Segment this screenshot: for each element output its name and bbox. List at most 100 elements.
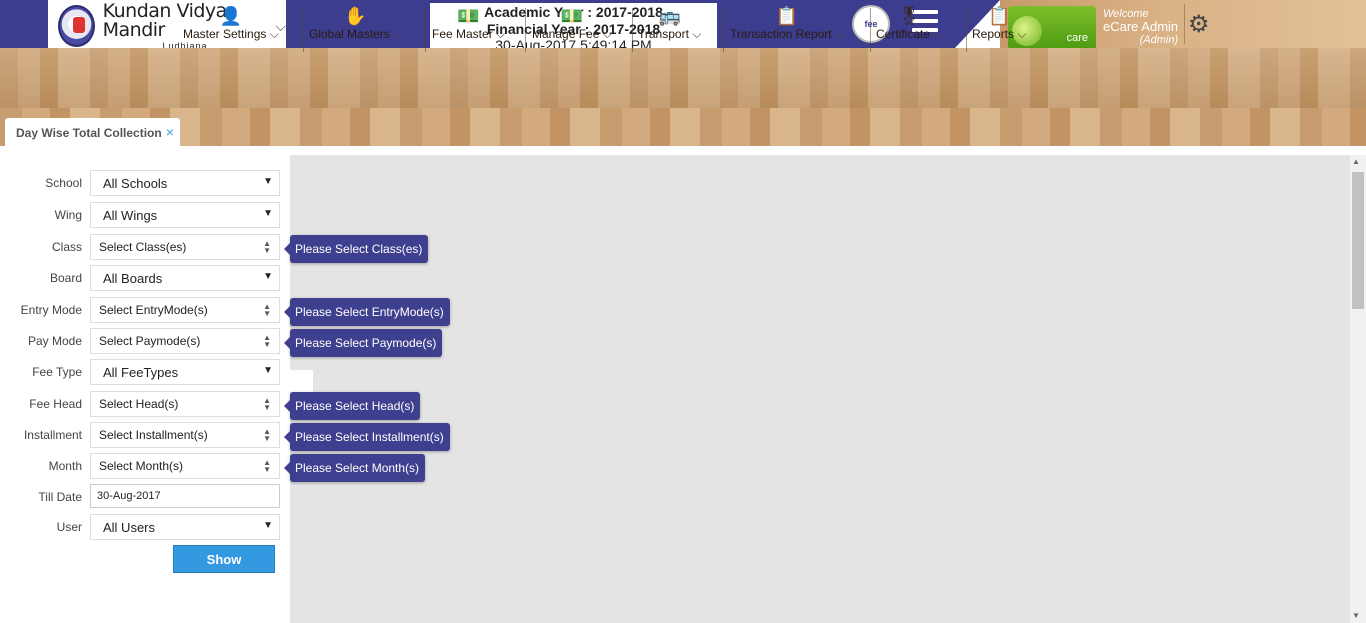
wing-row: Wing All Wings ▼: [0, 202, 290, 228]
nav-item-transport[interactable]: 🚌 Transport: [638, 0, 701, 52]
nav-label: Manage Fee: [532, 27, 612, 42]
report-icon: 📋: [775, 6, 799, 26]
report-icon: 📋: [988, 6, 1011, 26]
board-select[interactable]: All Boards ▼: [90, 265, 280, 291]
pay-mode-tooltip: Please Select Paymode(s): [283, 329, 443, 357]
month-label: Month: [48, 459, 82, 473]
caret-down-icon: ▼: [263, 520, 273, 531]
panel-notch: [290, 370, 313, 392]
month-multiselect[interactable]: Select Month(s) ▲ ▼: [90, 453, 280, 479]
user-name: eCare Admin: [1103, 19, 1179, 35]
caret-down-icon: ▼: [263, 176, 273, 187]
scroll-up-icon[interactable]: ▲: [1352, 157, 1360, 166]
nav-separator: [632, 8, 633, 52]
user-label: User: [56, 520, 82, 534]
nav-item-transaction-report[interactable]: 📋 Transaction Report: [730, 0, 844, 52]
tab-bar: [0, 108, 1366, 146]
fee-head-row: Fee Head Select Head(s) ▲ ▼: [0, 391, 290, 417]
board-row: Board All Boards ▼: [0, 265, 290, 291]
entry-mode-row: Entry Mode Select EntryMode(s) ▲ ▼: [0, 297, 290, 323]
installment-multiselect[interactable]: Select Installment(s) ▲ ▼: [90, 422, 280, 448]
month-row: Month Select Month(s) ▲ ▼: [0, 453, 290, 479]
nav-separator: [425, 8, 426, 52]
sort-arrows-icon: ▲ ▼: [263, 458, 271, 474]
caret-down-icon: ▼: [263, 271, 273, 282]
pay-mode-row: Pay Mode Select Paymode(s) ▲ ▼: [0, 328, 290, 354]
nav-item-certificate[interactable]: 🎖 Certificate: [876, 0, 942, 52]
scroll-down-icon[interactable]: ▼: [1352, 611, 1360, 620]
nav-separator: [723, 8, 724, 52]
show-button[interactable]: Show: [173, 545, 275, 573]
class-multiselect[interactable]: Select Class(es) ▲ ▼: [90, 234, 280, 260]
nav-separator: [966, 8, 967, 52]
nav-separator: [303, 8, 304, 52]
caret-down-icon: ▼: [263, 208, 273, 219]
school-label: School: [45, 176, 82, 190]
user-select[interactable]: All Users ▼: [90, 514, 280, 540]
fee-type-row: Fee Type All FeeTypes ▼: [0, 359, 290, 385]
installment-tooltip: Please Select Installment(s): [284, 423, 450, 451]
nav-label: Fee Master: [432, 27, 505, 42]
user-role: (Admin): [1139, 34, 1179, 47]
sort-arrows-icon: ▲ ▼: [263, 427, 271, 443]
gear-icon[interactable]: ⚙: [1188, 10, 1210, 39]
nav-item-reports[interactable]: 📋 Reports: [972, 0, 1026, 52]
wing-select[interactable]: All Wings ▼: [90, 202, 280, 228]
nav-item-master-settings[interactable]: 👤 Master Settings: [183, 0, 279, 52]
fee-type-select[interactable]: All FeeTypes ▼: [90, 359, 280, 385]
entry-mode-multiselect[interactable]: Select EntryMode(s) ▲ ▼: [90, 297, 280, 323]
handshake-icon: ✋: [344, 6, 367, 26]
fee-type-value: All FeeTypes: [103, 365, 179, 380]
wing-label: Wing: [54, 208, 82, 222]
user-welcome[interactable]: Welcome eCare Admin (Admin): [1103, 8, 1178, 46]
school-value: All Schools: [103, 176, 168, 191]
close-icon[interactable]: ×: [166, 124, 174, 140]
till-date-label: Till Date: [38, 490, 82, 504]
nav-label: Transaction Report: [730, 27, 844, 42]
sort-arrows-icon: ▲ ▼: [263, 333, 271, 349]
pay-mode-label: Pay Mode: [27, 334, 82, 348]
sort-arrows-icon: ▲ ▼: [263, 302, 271, 318]
sort-arrows-icon: ▲ ▼: [263, 396, 271, 412]
tab-label: Day Wise Total Collection: [16, 126, 162, 140]
school-select[interactable]: All Schools ▼: [90, 170, 280, 196]
fee-head-value: Select Head(s): [99, 397, 179, 411]
month-value: Select Month(s): [99, 459, 184, 473]
installment-value: Select Installment(s): [99, 428, 208, 442]
installment-row: Installment Select Installment(s) ▲ ▼: [0, 422, 290, 448]
fee-head-tooltip: Please Select Head(s): [283, 392, 421, 420]
user-row: User All Users ▼: [0, 514, 290, 540]
nav-label: Certificate: [876, 27, 942, 42]
caret-down-icon: ▼: [263, 365, 273, 376]
fee-head-multiselect[interactable]: Select Head(s) ▲ ▼: [90, 391, 280, 417]
class-value: Select Class(es): [99, 240, 187, 254]
nav-label: Transport: [638, 27, 701, 42]
award-icon: 🎖: [897, 6, 921, 26]
nav-label: Global Masters: [309, 27, 402, 42]
board-value: All Boards: [103, 271, 163, 286]
nav-item-fee-master[interactable]: 💵 Fee Master: [432, 0, 505, 52]
entry-mode-tooltip: Please Select EntryMode(s): [284, 298, 450, 326]
entry-mode-label: Entry Mode: [20, 303, 82, 317]
nav-item-manage-fee[interactable]: 💵 Manage Fee: [532, 0, 612, 52]
tab-day-wise-total-collection[interactable]: Day Wise Total Collection ×: [5, 118, 180, 146]
scrollbar-thumb[interactable]: [1352, 172, 1364, 309]
money-icon: 💵: [457, 6, 480, 26]
school-logo: [58, 5, 95, 47]
bus-icon: 🚌: [658, 6, 681, 26]
board-label: Board: [49, 271, 82, 285]
till-date-input[interactable]: [90, 484, 280, 508]
nav-separator: [870, 8, 871, 52]
money-icon: 💵: [560, 6, 584, 26]
nav-item-global-masters[interactable]: ✋ Global Masters: [309, 0, 402, 52]
installment-label: Installment: [23, 428, 82, 442]
user-edit-icon: 👤: [219, 6, 243, 26]
wing-value: All Wings: [103, 208, 158, 223]
pay-mode-value: Select Paymode(s): [99, 334, 201, 348]
class-row: Class Select Class(es) ▲ ▼: [0, 234, 290, 260]
pay-mode-multiselect[interactable]: Select Paymode(s) ▲ ▼: [90, 328, 280, 354]
sort-arrows-icon: ▲ ▼: [263, 239, 271, 255]
fee-head-label: Fee Head: [29, 397, 82, 411]
fee-type-label: Fee Type: [32, 365, 82, 379]
nav-separator: [525, 8, 526, 52]
